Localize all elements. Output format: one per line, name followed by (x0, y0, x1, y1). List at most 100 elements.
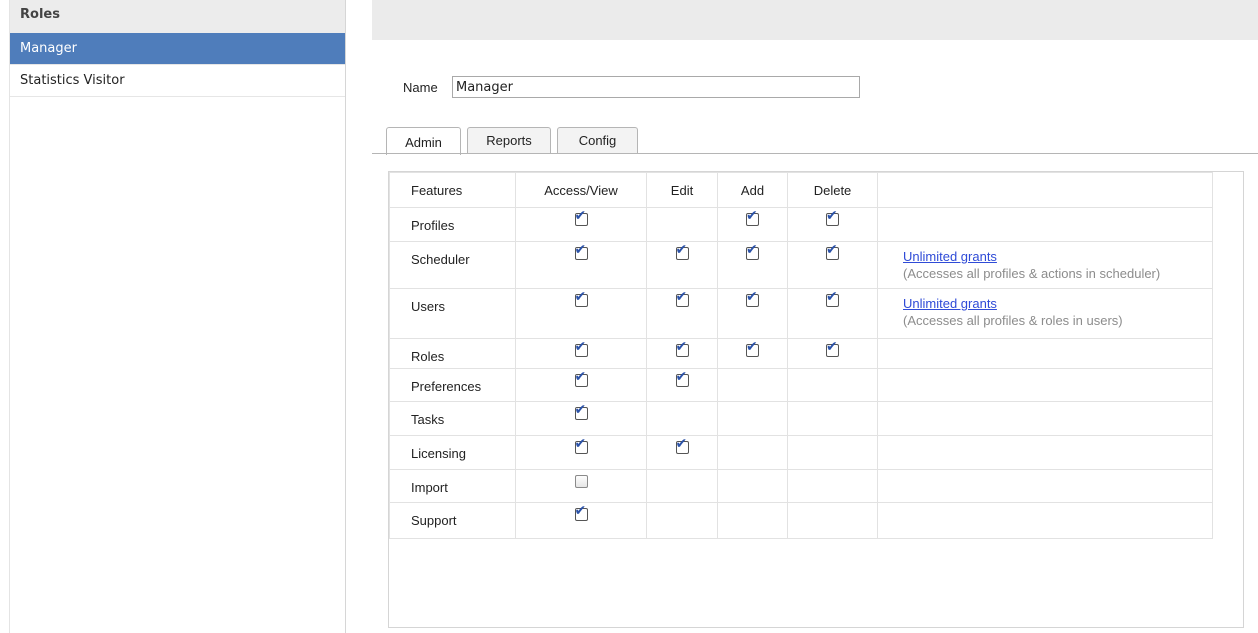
checkmark-icon: ✔ (574, 289, 587, 305)
add-cell (717, 435, 788, 470)
main-header-bar (372, 0, 1258, 40)
header-add: Add (717, 172, 788, 208)
edit-cell: ✔ (646, 368, 718, 402)
feature-name: Support (389, 502, 516, 539)
tab-admin[interactable]: Admin (386, 127, 461, 155)
access-cell: ✔ (515, 435, 647, 470)
edit-checkbox[interactable]: ✔ (675, 437, 689, 454)
checkmark-icon: ✔ (746, 242, 758, 258)
delete-checkbox[interactable]: ✔ (826, 340, 839, 357)
add-cell (717, 469, 788, 503)
access-checkbox[interactable]: ✔ (574, 209, 588, 226)
add-checkbox[interactable]: ✔ (746, 290, 759, 307)
table-row: Roles ✔ ✔ ✔ ✔ (389, 338, 1213, 369)
edit-cell: ✔ (646, 241, 718, 289)
table-row: Tasks ✔ (389, 401, 1213, 436)
role-name-input[interactable] (452, 76, 860, 98)
table-row: Preferences ✔ ✔ (389, 368, 1213, 402)
checkmark-icon: ✔ (675, 369, 688, 385)
delete-cell (787, 469, 878, 503)
table-row: Users ✔ ✔ ✔ ✔ Unlimited grants (Accesses all p… (389, 288, 1213, 339)
grant-cell (877, 368, 1213, 402)
tab-config[interactable]: Config (557, 127, 638, 153)
add-checkbox[interactable]: ✔ (746, 243, 759, 260)
feature-name: Tasks (389, 401, 516, 436)
access-checkbox[interactable]: ✔ (574, 403, 588, 420)
delete-checkbox[interactable]: ✔ (826, 243, 839, 260)
checkmark-icon: ✔ (574, 208, 587, 224)
add-checkbox[interactable]: ✔ (746, 209, 759, 226)
access-cell: ✔ (515, 502, 647, 539)
access-checkbox[interactable]: ✔ (574, 370, 588, 387)
grant-cell (877, 401, 1213, 436)
edit-cell: ✔ (646, 338, 718, 369)
add-cell: ✔ (717, 207, 788, 242)
add-checkbox[interactable]: ✔ (746, 340, 759, 357)
checkmark-icon: ✔ (675, 339, 688, 355)
add-cell: ✔ (717, 241, 788, 289)
access-checkbox[interactable]: ✔ (574, 290, 588, 307)
grant-cell (877, 207, 1213, 242)
delete-cell (787, 502, 878, 539)
add-cell (717, 401, 788, 436)
name-label: Name (403, 80, 438, 95)
grant-cell (877, 502, 1213, 539)
access-cell: ✔ (515, 368, 647, 402)
tab-reports[interactable]: Reports (467, 127, 551, 153)
grant-description: (Accesses all profiles & actions in sche… (903, 266, 1161, 281)
sidebar-title: Roles (10, 0, 345, 33)
header-notes (877, 172, 1213, 208)
edit-cell: ✔ (646, 435, 718, 470)
delete-cell: ✔ (787, 207, 878, 242)
access-checkbox[interactable] (574, 475, 588, 488)
delete-cell (787, 368, 878, 402)
edit-cell (646, 502, 718, 539)
access-checkbox[interactable]: ✔ (574, 340, 588, 357)
checkmark-icon: ✔ (574, 503, 587, 519)
feature-name: Roles (389, 338, 516, 369)
edit-cell (646, 207, 718, 242)
access-checkbox[interactable]: ✔ (574, 504, 588, 521)
edit-cell (646, 469, 718, 503)
edit-checkbox[interactable]: ✔ (675, 340, 689, 357)
checkmark-icon: ✔ (675, 436, 688, 452)
delete-checkbox[interactable]: ✔ (826, 209, 839, 226)
edit-checkbox[interactable]: ✔ (675, 290, 689, 307)
edit-checkbox[interactable]: ✔ (675, 243, 689, 260)
add-cell: ✔ (717, 288, 788, 339)
delete-checkbox[interactable]: ✔ (826, 290, 839, 307)
tabs-divider (372, 153, 1258, 154)
checkmark-icon: ✔ (746, 289, 758, 305)
access-cell: ✔ (515, 241, 647, 289)
access-cell: ✔ (515, 338, 647, 369)
checkmark-icon: ✔ (574, 369, 587, 385)
access-checkbox[interactable]: ✔ (574, 437, 588, 454)
checkmark-icon: ✔ (574, 339, 587, 355)
access-cell: ✔ (515, 288, 647, 339)
checkmark-icon: ✔ (675, 289, 688, 305)
feature-name: Users (389, 288, 516, 339)
table-header-row: Features Access/View Edit Add Delete (389, 172, 1213, 208)
grant-description: (Accesses all profiles & roles in users) (903, 313, 1123, 328)
delete-cell: ✔ (787, 241, 878, 289)
sidebar-item-statistics-visitor[interactable]: Statistics Visitor (10, 65, 345, 97)
edit-cell: ✔ (646, 288, 718, 339)
header-delete: Delete (787, 172, 878, 208)
access-cell: ✔ (515, 207, 647, 242)
edit-checkbox[interactable]: ✔ (675, 370, 689, 387)
table-row: Licensing ✔ ✔ (389, 435, 1213, 470)
header-access-view: Access/View (515, 172, 647, 208)
sidebar-item-manager[interactable]: Manager (10, 33, 345, 65)
delete-cell (787, 435, 878, 470)
checkmark-icon: ✔ (675, 242, 688, 258)
unlimited-grants-link[interactable]: Unlimited grants (903, 296, 1211, 311)
add-cell: ✔ (717, 338, 788, 369)
access-checkbox[interactable]: ✔ (574, 243, 588, 260)
checkmark-icon: ✔ (574, 436, 587, 452)
table-row: Scheduler ✔ ✔ ✔ ✔ Unlimited grants (Accesses a… (389, 241, 1213, 289)
delete-cell: ✔ (787, 338, 878, 369)
delete-cell (787, 401, 878, 436)
unlimited-grants-link[interactable]: Unlimited grants (903, 249, 1211, 264)
grant-cell: Unlimited grants (Accesses all profiles &… (877, 241, 1213, 289)
checkmark-icon: ✔ (574, 402, 587, 418)
